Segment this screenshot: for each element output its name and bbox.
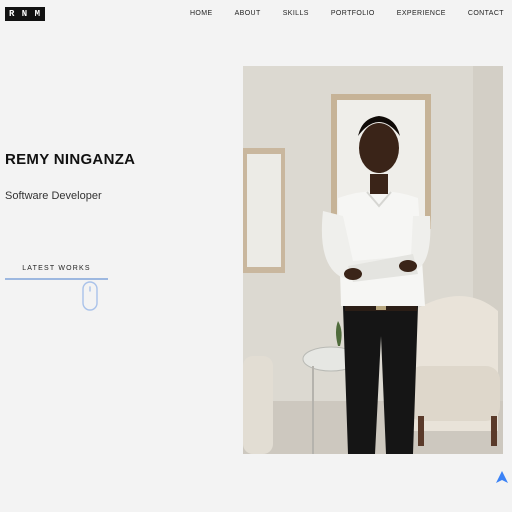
arrow-up-icon[interactable] xyxy=(495,470,509,484)
site-logo[interactable]: R N M xyxy=(5,7,45,21)
top-nav: R N M HOME ABOUT SKILLS PORTFOLIO EXPERI… xyxy=(0,0,512,28)
nav-links: HOME ABOUT SKILLS PORTFOLIO EXPERIENCE C… xyxy=(190,10,504,17)
mouse-scroll-icon xyxy=(82,281,98,311)
hero-role: Software Developer xyxy=(5,190,102,202)
hero-name: REMY NINGANZA xyxy=(5,151,136,168)
nav-link-experience[interactable]: EXPERIENCE xyxy=(397,10,446,17)
page: R N M HOME ABOUT SKILLS PORTFOLIO EXPERI… xyxy=(0,0,512,512)
profile-photo xyxy=(243,66,503,454)
nav-link-home[interactable]: HOME xyxy=(190,10,213,17)
latest-works-button[interactable]: LATEST WORKS xyxy=(5,262,108,280)
nav-link-contact[interactable]: CONTACT xyxy=(468,10,504,17)
nav-link-skills[interactable]: SKILLS xyxy=(283,10,309,17)
nav-link-about[interactable]: ABOUT xyxy=(235,10,261,17)
nav-link-portfolio[interactable]: PORTFOLIO xyxy=(331,10,375,17)
